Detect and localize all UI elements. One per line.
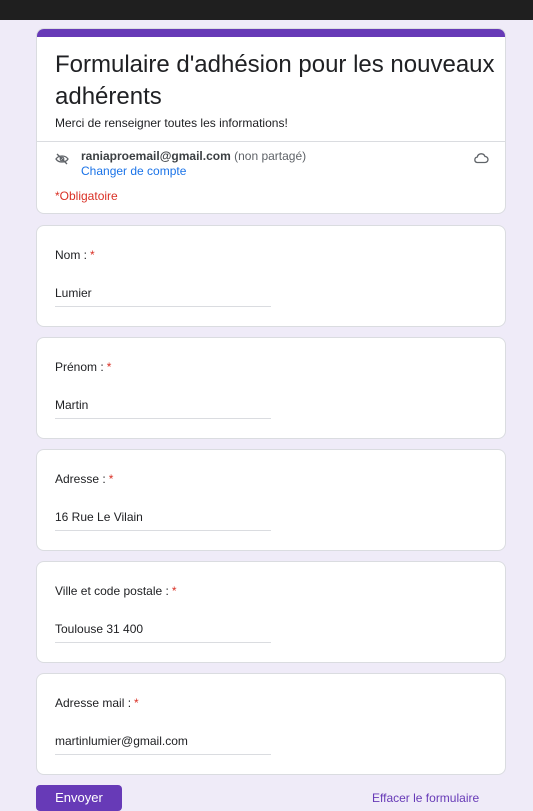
email-input[interactable]: martinlumier@gmail.com bbox=[55, 734, 271, 755]
prenom-input[interactable]: Martin bbox=[55, 398, 271, 419]
question-label: Ville et code postale : * bbox=[55, 584, 177, 598]
question-label: Adresse mail : * bbox=[55, 696, 139, 710]
question-label-text: Ville et code postale : bbox=[55, 584, 169, 598]
adresse-input[interactable]: 16 Rue Le Vilain bbox=[55, 510, 271, 531]
form-description: Merci de renseigner toutes les informati… bbox=[55, 116, 288, 130]
question-card-ville: Ville et code postale : * Toulouse 31 400 bbox=[36, 561, 506, 663]
account-note: (non partagé) bbox=[234, 149, 307, 163]
required-note: *Obligatoire bbox=[55, 189, 118, 203]
form-title: Formulaire d'adhésion pour les nouveaux … bbox=[55, 51, 495, 110]
question-card-adresse: Adresse : * 16 Rue Le Vilain bbox=[36, 449, 506, 551]
question-label: Prénom : * bbox=[55, 360, 111, 374]
required-star: * bbox=[106, 360, 112, 374]
question-card-nom: Nom : * Lumier bbox=[36, 225, 506, 327]
header-divider bbox=[37, 141, 505, 142]
form-header-card: Formulaire d'adhésion pour les nouveaux … bbox=[36, 28, 506, 214]
header-accent-bar bbox=[37, 29, 505, 37]
required-star: * bbox=[90, 248, 95, 262]
question-label: Adresse : * bbox=[55, 472, 113, 486]
ville-input[interactable]: Toulouse 31 400 bbox=[55, 622, 271, 643]
question-card-email: Adresse mail : * martinlumier@gmail.com bbox=[36, 673, 506, 775]
question-label: Nom : * bbox=[55, 248, 95, 262]
question-label-text: Adresse mail : bbox=[55, 696, 132, 710]
question-card-prenom: Prénom : * Martin bbox=[36, 337, 506, 439]
question-label-text: Nom : bbox=[55, 248, 88, 262]
question-label-text: Prénom : bbox=[55, 360, 104, 374]
required-star: * bbox=[134, 696, 139, 710]
required-star: * bbox=[171, 584, 177, 598]
account-info: raniaproemail@gmail.com (non partagé) bbox=[81, 149, 306, 163]
nom-input[interactable]: Lumier bbox=[55, 286, 271, 307]
switch-account-link[interactable]: Changer de compte bbox=[81, 164, 186, 178]
account-email: raniaproemail@gmail.com bbox=[81, 149, 231, 163]
required-star: * bbox=[108, 472, 114, 486]
window-top-bar bbox=[0, 0, 533, 20]
cloud-icon bbox=[474, 153, 489, 164]
clear-form-button[interactable]: Effacer le formulaire bbox=[372, 791, 479, 805]
question-label-text: Adresse : bbox=[55, 472, 106, 486]
eye-off-icon bbox=[55, 153, 69, 165]
submit-button[interactable]: Envoyer bbox=[36, 785, 122, 811]
